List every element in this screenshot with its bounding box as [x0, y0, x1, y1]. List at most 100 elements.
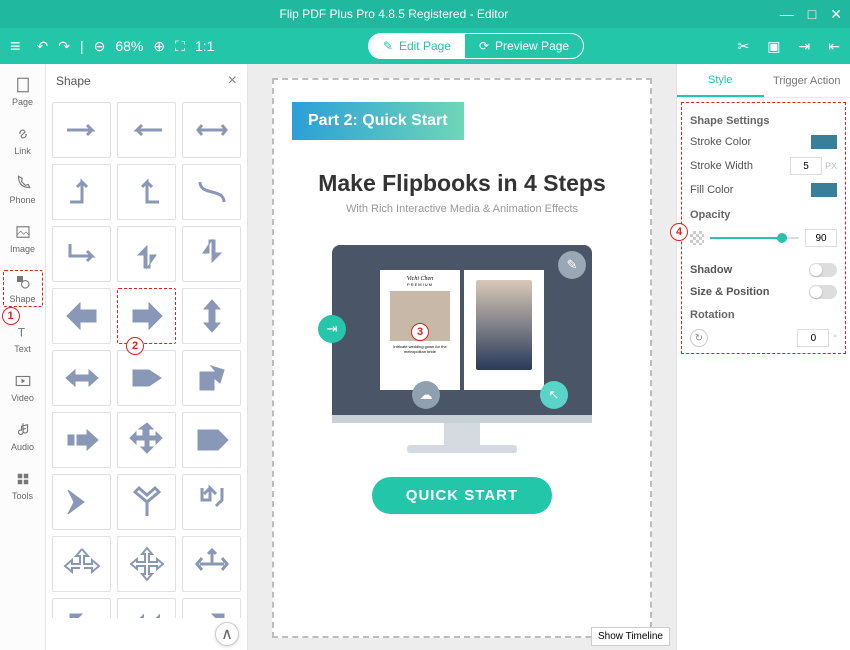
rail-phone[interactable]: Phone — [3, 172, 43, 207]
shape-elbow-3[interactable] — [52, 226, 111, 282]
label-fill-color: Fill Color — [690, 184, 733, 196]
rail-label: Phone — [9, 195, 35, 205]
fill-color-swatch[interactable] — [811, 183, 837, 197]
shape-corner-arrow[interactable] — [182, 350, 241, 406]
shape-arrow-tri[interactable] — [52, 536, 111, 592]
opacity-slider[interactable] — [710, 237, 799, 239]
shape-pentagon-right[interactable] — [182, 412, 241, 468]
edit-page-label: Edit Page — [399, 39, 451, 53]
shape-arrow-block-right[interactable] — [117, 350, 176, 406]
save-icon[interactable]: ▣ — [767, 38, 780, 55]
shape-grid: 2 — [46, 98, 247, 618]
rail-label: Page — [12, 97, 33, 107]
shape-elbow-1[interactable] — [52, 164, 111, 220]
badge-1: 1 — [2, 307, 20, 325]
shape-chevron-right[interactable] — [52, 474, 111, 530]
rail-text[interactable]: TText — [3, 321, 43, 356]
rail-tools[interactable]: Tools — [3, 468, 43, 503]
rail-label: Image — [10, 244, 35, 254]
shape-arrow-updown[interactable] — [182, 288, 241, 344]
refresh-icon: ⟳ — [479, 39, 489, 53]
shape-arrow-leftright[interactable] — [52, 350, 111, 406]
left-rail: Page Link Phone Image Shape 1 TText Vide… — [0, 64, 46, 650]
mode-switch: ✎ Edit Page ⟳ Preview Page — [368, 33, 584, 59]
shape-arrow-cross[interactable] — [117, 536, 176, 592]
fit-icon[interactable]: ⛶ — [175, 38, 185, 55]
rail-label: Tools — [12, 491, 33, 501]
export-icon[interactable]: ⇤ — [828, 38, 840, 55]
shape-curve[interactable] — [182, 164, 241, 220]
redo-icon[interactable]: ↷ — [58, 38, 70, 55]
rail-link[interactable]: Link — [3, 123, 43, 158]
rail-label: Text — [14, 344, 31, 354]
close-icon[interactable]: × — [228, 72, 237, 90]
show-timeline-button[interactable]: Show Timeline — [591, 627, 670, 646]
edit-page-button[interactable]: ✎ Edit Page — [369, 34, 465, 58]
size-position-toggle[interactable] — [809, 285, 837, 299]
app-title: Flip PDF Plus Pro 4.8.5 Registered - Edi… — [280, 7, 509, 21]
shape-arrow-diag1[interactable] — [52, 598, 111, 618]
shape-arrow-down[interactable] — [182, 226, 241, 282]
quick-start-button[interactable]: QUICK START — [372, 477, 552, 514]
rail-label: Shape — [9, 294, 35, 304]
enter-icon: ⇥ — [318, 315, 346, 343]
scroll-up-button[interactable]: ∧ — [215, 622, 239, 646]
flipbook-caption: Intricate wedding gown for the metropoli… — [386, 344, 454, 354]
main: Page Link Phone Image Shape 1 TText Vide… — [0, 64, 850, 650]
rail-image[interactable]: Image — [3, 221, 43, 256]
minimize-icon[interactable]: — — [780, 6, 794, 23]
shape-arrow-diag2[interactable] — [117, 598, 176, 618]
maximize-icon[interactable]: □ — [808, 6, 816, 23]
shape-arrow-segment[interactable] — [52, 412, 111, 468]
section-shape-settings: Shape Settings — [690, 115, 837, 127]
preview-page-button[interactable]: ⟳ Preview Page — [465, 34, 583, 58]
cloud-icon: ☁ — [412, 381, 440, 409]
label-size-position: Size & Position — [690, 286, 769, 298]
shape-elbow-2[interactable] — [117, 164, 176, 220]
rail-shape[interactable]: Shape 1 — [3, 270, 43, 307]
opacity-input[interactable] — [805, 229, 837, 247]
shape-arrow-quad[interactable] — [117, 412, 176, 468]
zoom-level[interactable]: 68% — [115, 38, 143, 54]
rail-audio[interactable]: Audio — [3, 419, 43, 454]
undo-icon[interactable]: ↶ — [37, 38, 49, 55]
tab-trigger-action[interactable]: Trigger Action — [764, 64, 850, 97]
rail-video[interactable]: Video — [3, 370, 43, 405]
shadow-toggle[interactable] — [809, 263, 837, 277]
divider: | — [80, 38, 84, 54]
import-icon[interactable]: ⇥ — [799, 38, 811, 55]
shape-line-double[interactable] — [182, 102, 241, 158]
rotation-input[interactable] — [797, 329, 829, 347]
shape-arrow-diag3[interactable] — [182, 598, 241, 618]
cut-icon[interactable]: ✂ — [738, 38, 750, 55]
label-stroke-color: Stroke Color — [690, 136, 751, 148]
page-headline: Make Flipbooks in 4 Steps — [318, 170, 606, 197]
slider-thumb[interactable] — [777, 233, 787, 243]
monitor-illustration: ⇥ Vichi ChenPREMIUMIntricate wedding gow… — [332, 245, 592, 453]
rail-page[interactable]: Page — [3, 74, 43, 109]
rotate-icon[interactable]: ↻ — [690, 329, 708, 347]
rail-label: Audio — [11, 442, 34, 452]
preview-page-label: Preview Page — [495, 39, 569, 53]
shape-arrow-merge[interactable] — [182, 474, 241, 530]
shape-panel: Shape × 2 — [46, 64, 248, 650]
menu-icon[interactable]: ≡ — [10, 36, 21, 57]
shape-line-right[interactable] — [52, 102, 111, 158]
toolbar: ≡ ↶ ↷ | ⊖ 68% ⊕ ⛶ 1:1 ✎ Edit Page ⟳ Prev… — [0, 28, 850, 64]
zoom-out-icon[interactable]: ⊖ — [94, 38, 106, 55]
stroke-color-swatch[interactable] — [811, 135, 837, 149]
shape-line-left[interactable] — [117, 102, 176, 158]
shape-arrow-up[interactable] — [117, 226, 176, 282]
part2-banner: Part 2: Quick Start — [292, 102, 464, 140]
actual-size-icon[interactable]: 1:1 — [195, 38, 214, 54]
shape-arrow-t[interactable] — [182, 536, 241, 592]
shape-arrow-left[interactable] — [52, 288, 111, 344]
shape-arrow-split[interactable] — [117, 474, 176, 530]
page[interactable]: Part 2: Quick Start Make Flipbooks in 4 … — [272, 78, 652, 638]
stroke-width-input[interactable] — [790, 157, 822, 175]
close-icon[interactable]: ✕ — [830, 6, 842, 23]
tab-style[interactable]: Style — [677, 64, 764, 97]
shape-arrow-right[interactable]: 2 — [117, 288, 176, 344]
zoom-in-icon[interactable]: ⊕ — [153, 38, 165, 55]
rail-label: Video — [11, 393, 34, 403]
